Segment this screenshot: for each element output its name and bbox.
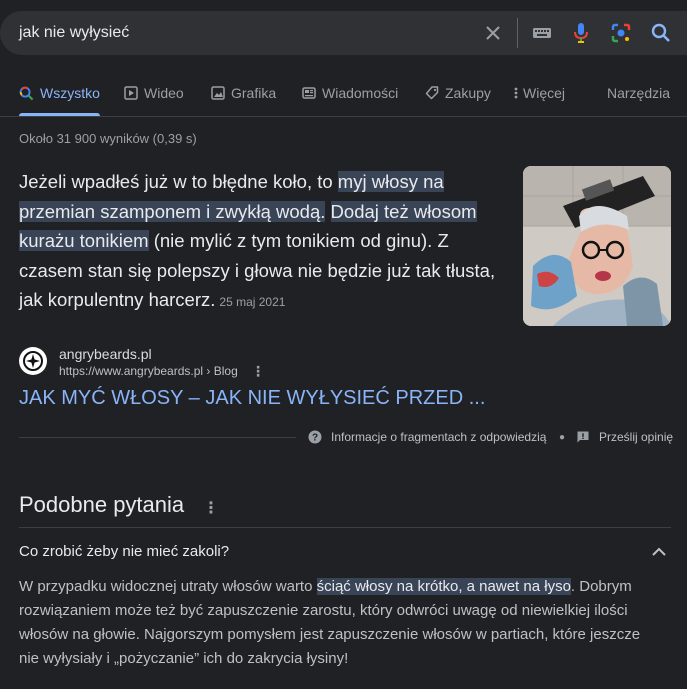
keyboard-icon[interactable] bbox=[530, 21, 554, 45]
snippet-part: Jeżeli wpadłeś już w to błędne koło, to bbox=[19, 171, 338, 192]
help-icon: ? bbox=[308, 430, 322, 444]
more-vert-icon[interactable]: ⋮ bbox=[251, 363, 265, 380]
image-icon bbox=[211, 86, 225, 100]
tab-images[interactable]: Grafika bbox=[211, 85, 276, 101]
tab-label: Grafika bbox=[231, 85, 277, 101]
site-favicon bbox=[19, 347, 47, 375]
more-vert-icon bbox=[514, 87, 518, 99]
answer-part: W przypadku widocznej utraty włosów wart… bbox=[19, 578, 317, 595]
clear-icon[interactable] bbox=[481, 21, 505, 45]
news-icon bbox=[302, 87, 316, 99]
related-answer: W przypadku widocznej utraty włosów wart… bbox=[19, 575, 659, 671]
tab-video[interactable]: Wideo bbox=[124, 85, 184, 101]
related-question[interactable]: Co zrobić żeby nie mieć zakoli? bbox=[19, 543, 229, 560]
tab-all[interactable]: Wszystko bbox=[19, 85, 100, 101]
play-icon bbox=[124, 86, 138, 100]
result-stats: Około 31 900 wyników (0,39 s) bbox=[19, 131, 197, 146]
site-name: angrybeards.pl bbox=[59, 346, 152, 362]
tab-label: Wiadomości bbox=[322, 85, 399, 101]
search-icon[interactable] bbox=[649, 21, 673, 45]
separator-dot: ● bbox=[559, 432, 566, 443]
tab-shopping[interactable]: Zakupy bbox=[425, 85, 491, 101]
featured-snippet-text: Jeżeli wpadłeś już w to błędne koło, to … bbox=[19, 167, 499, 318]
tabs-divider bbox=[0, 116, 687, 117]
snippet-date: 25 maj 2021 bbox=[219, 295, 286, 309]
search-icon bbox=[19, 86, 34, 100]
tag-icon bbox=[425, 86, 439, 100]
answer-highlight: ściąć włosy na krótko, a nawet na łyso bbox=[316, 578, 571, 595]
about-label: Informacje o fragmentach z odpowiedzią bbox=[331, 430, 547, 444]
snippet-part bbox=[325, 201, 330, 222]
feedback-label: Prześlij opinię bbox=[599, 430, 674, 444]
search-bar[interactable]: jak nie wyłysieć bbox=[0, 11, 687, 55]
tools-button[interactable]: Narzędzia bbox=[607, 85, 670, 101]
snippet-image[interactable] bbox=[523, 166, 671, 326]
site-url-host: https://www.angrybeards.pl bbox=[59, 364, 204, 378]
tools-label: Narzędzia bbox=[607, 85, 671, 101]
chevron-up-icon[interactable] bbox=[650, 543, 668, 561]
about-snippets-link[interactable]: ? Informacje o fragmentach z odpowiedzią bbox=[308, 430, 546, 444]
tab-label: Wideo bbox=[144, 85, 184, 101]
result-title-link[interactable]: JAK MYĆ WŁOSY – JAK NIE WYŁYSIEĆ PRZED .… bbox=[19, 387, 485, 410]
compass-icon bbox=[23, 351, 43, 371]
search-tabs: Wszystko Wideo Grafika Wiadomości Zakupy… bbox=[0, 80, 687, 116]
microphone-icon[interactable] bbox=[569, 21, 593, 45]
feedback-icon bbox=[577, 431, 589, 443]
site-breadcrumb: › Blog bbox=[203, 364, 238, 378]
snippet-divider bbox=[19, 437, 296, 438]
more-vert-icon[interactable]: ⋮ bbox=[203, 498, 219, 518]
result-source[interactable]: angrybeards.pl https://www.angrybeards.p… bbox=[19, 346, 669, 380]
feedback-link[interactable]: Prześlij opinię bbox=[576, 430, 673, 444]
tab-label: Więcej bbox=[523, 85, 566, 101]
tab-news[interactable]: Wiadomości bbox=[302, 85, 398, 101]
search-divider bbox=[517, 18, 518, 48]
tab-label: Wszystko bbox=[40, 85, 100, 101]
site-url: https://www.angrybeards.pl › Blog bbox=[59, 364, 238, 378]
paa-divider bbox=[19, 527, 671, 528]
search-input[interactable]: jak nie wyłysieć bbox=[19, 24, 129, 42]
svg-text:?: ? bbox=[312, 433, 318, 444]
related-questions-heading: Podobne pytania bbox=[19, 492, 185, 517]
lens-icon[interactable] bbox=[609, 21, 633, 45]
tab-label: Zakupy bbox=[445, 85, 491, 101]
tab-more[interactable]: Więcej bbox=[513, 85, 565, 101]
